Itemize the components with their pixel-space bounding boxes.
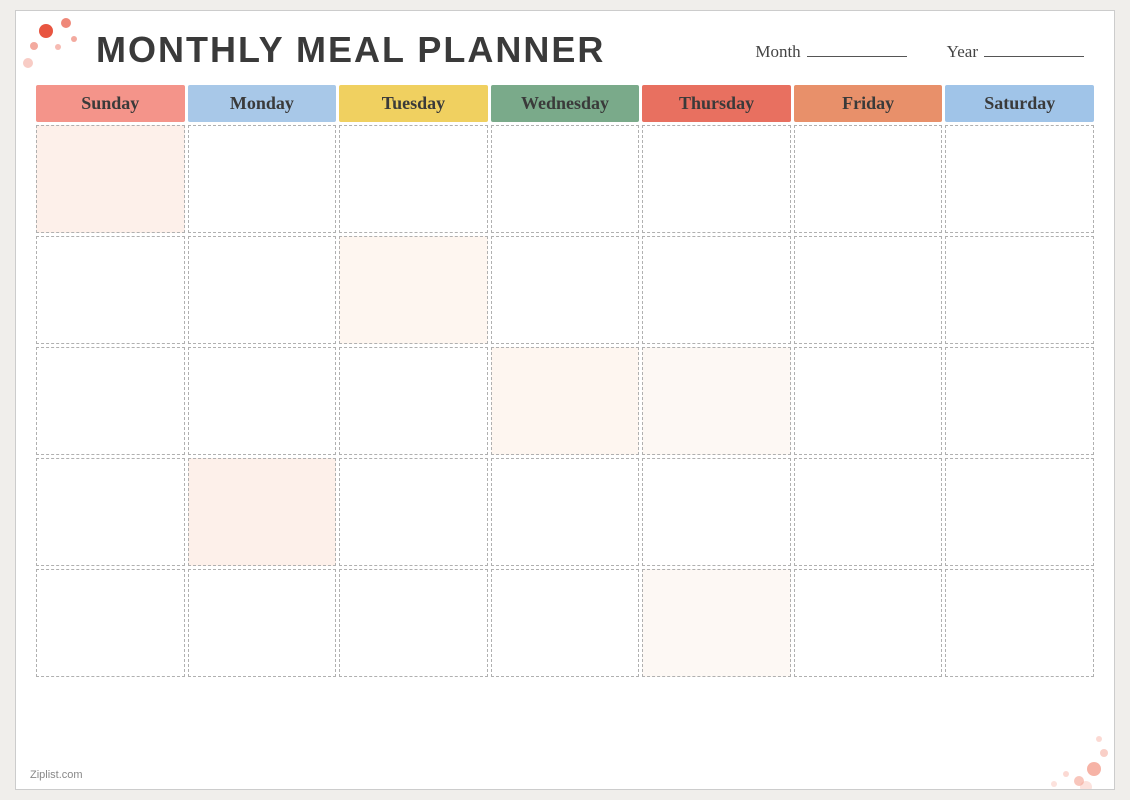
calendar-cell[interactable] — [945, 236, 1094, 344]
calendar-cell[interactable] — [339, 347, 488, 455]
day-header-thursday: Thursday — [642, 85, 791, 122]
year-input-line[interactable] — [984, 39, 1084, 57]
calendar-cell[interactable] — [642, 347, 791, 455]
calendar-cell[interactable] — [794, 347, 943, 455]
header: MONTHLY MEAL PLANNER Month Year — [36, 29, 1094, 71]
page-title: MONTHLY MEAL PLANNER — [96, 29, 755, 71]
calendar-cell[interactable] — [642, 236, 791, 344]
calendar-cell[interactable] — [794, 125, 943, 233]
calendar-cell[interactable] — [36, 236, 185, 344]
calendar-cell[interactable] — [339, 236, 488, 344]
day-header-sunday: Sunday — [36, 85, 185, 122]
calendar-cell[interactable] — [339, 569, 488, 677]
calendar-cell[interactable] — [491, 236, 640, 344]
day-header-tuesday: Tuesday — [339, 85, 488, 122]
calendar-cell[interactable] — [188, 236, 337, 344]
calendar-cell[interactable] — [188, 569, 337, 677]
decorative-dots-bottomright — [1024, 709, 1114, 789]
year-label: Year — [947, 42, 978, 62]
calendar-cell[interactable] — [642, 125, 791, 233]
calendar-cell[interactable] — [945, 458, 1094, 566]
calendar-cell[interactable] — [491, 347, 640, 455]
footer-attribution: Ziplist.com — [30, 769, 83, 781]
calendar-cell[interactable] — [188, 458, 337, 566]
calendar-grid — [36, 125, 1094, 677]
calendar-cell[interactable] — [945, 569, 1094, 677]
calendar-cell[interactable] — [36, 347, 185, 455]
day-header-monday: Monday — [188, 85, 337, 122]
year-field: Year — [947, 39, 1084, 62]
calendar-cell[interactable] — [642, 458, 791, 566]
month-label: Month — [755, 42, 800, 62]
calendar-cell[interactable] — [945, 125, 1094, 233]
day-headers-row: SundayMondayTuesdayWednesdayThursdayFrid… — [36, 85, 1094, 122]
calendar-cell[interactable] — [36, 458, 185, 566]
calendar-cell[interactable] — [642, 569, 791, 677]
calendar-cell[interactable] — [794, 458, 943, 566]
calendar-cell[interactable] — [491, 569, 640, 677]
calendar-cell[interactable] — [794, 236, 943, 344]
header-fields: Month Year — [755, 39, 1084, 62]
decorative-dots-topleft — [16, 11, 96, 81]
calendar-cell[interactable] — [188, 125, 337, 233]
calendar-cell[interactable] — [794, 569, 943, 677]
day-header-wednesday: Wednesday — [491, 85, 640, 122]
month-input-line[interactable] — [807, 39, 907, 57]
calendar-cell[interactable] — [339, 125, 488, 233]
day-header-saturday: Saturday — [945, 85, 1094, 122]
calendar-cell[interactable] — [491, 125, 640, 233]
month-field: Month — [755, 39, 906, 62]
day-header-friday: Friday — [794, 85, 943, 122]
calendar-cell[interactable] — [491, 458, 640, 566]
planner-container: MONTHLY MEAL PLANNER Month Year SundayMo… — [15, 10, 1115, 790]
calendar-cell[interactable] — [945, 347, 1094, 455]
calendar-cell[interactable] — [188, 347, 337, 455]
calendar-cell[interactable] — [36, 125, 185, 233]
calendar-cell[interactable] — [36, 569, 185, 677]
calendar-cell[interactable] — [339, 458, 488, 566]
